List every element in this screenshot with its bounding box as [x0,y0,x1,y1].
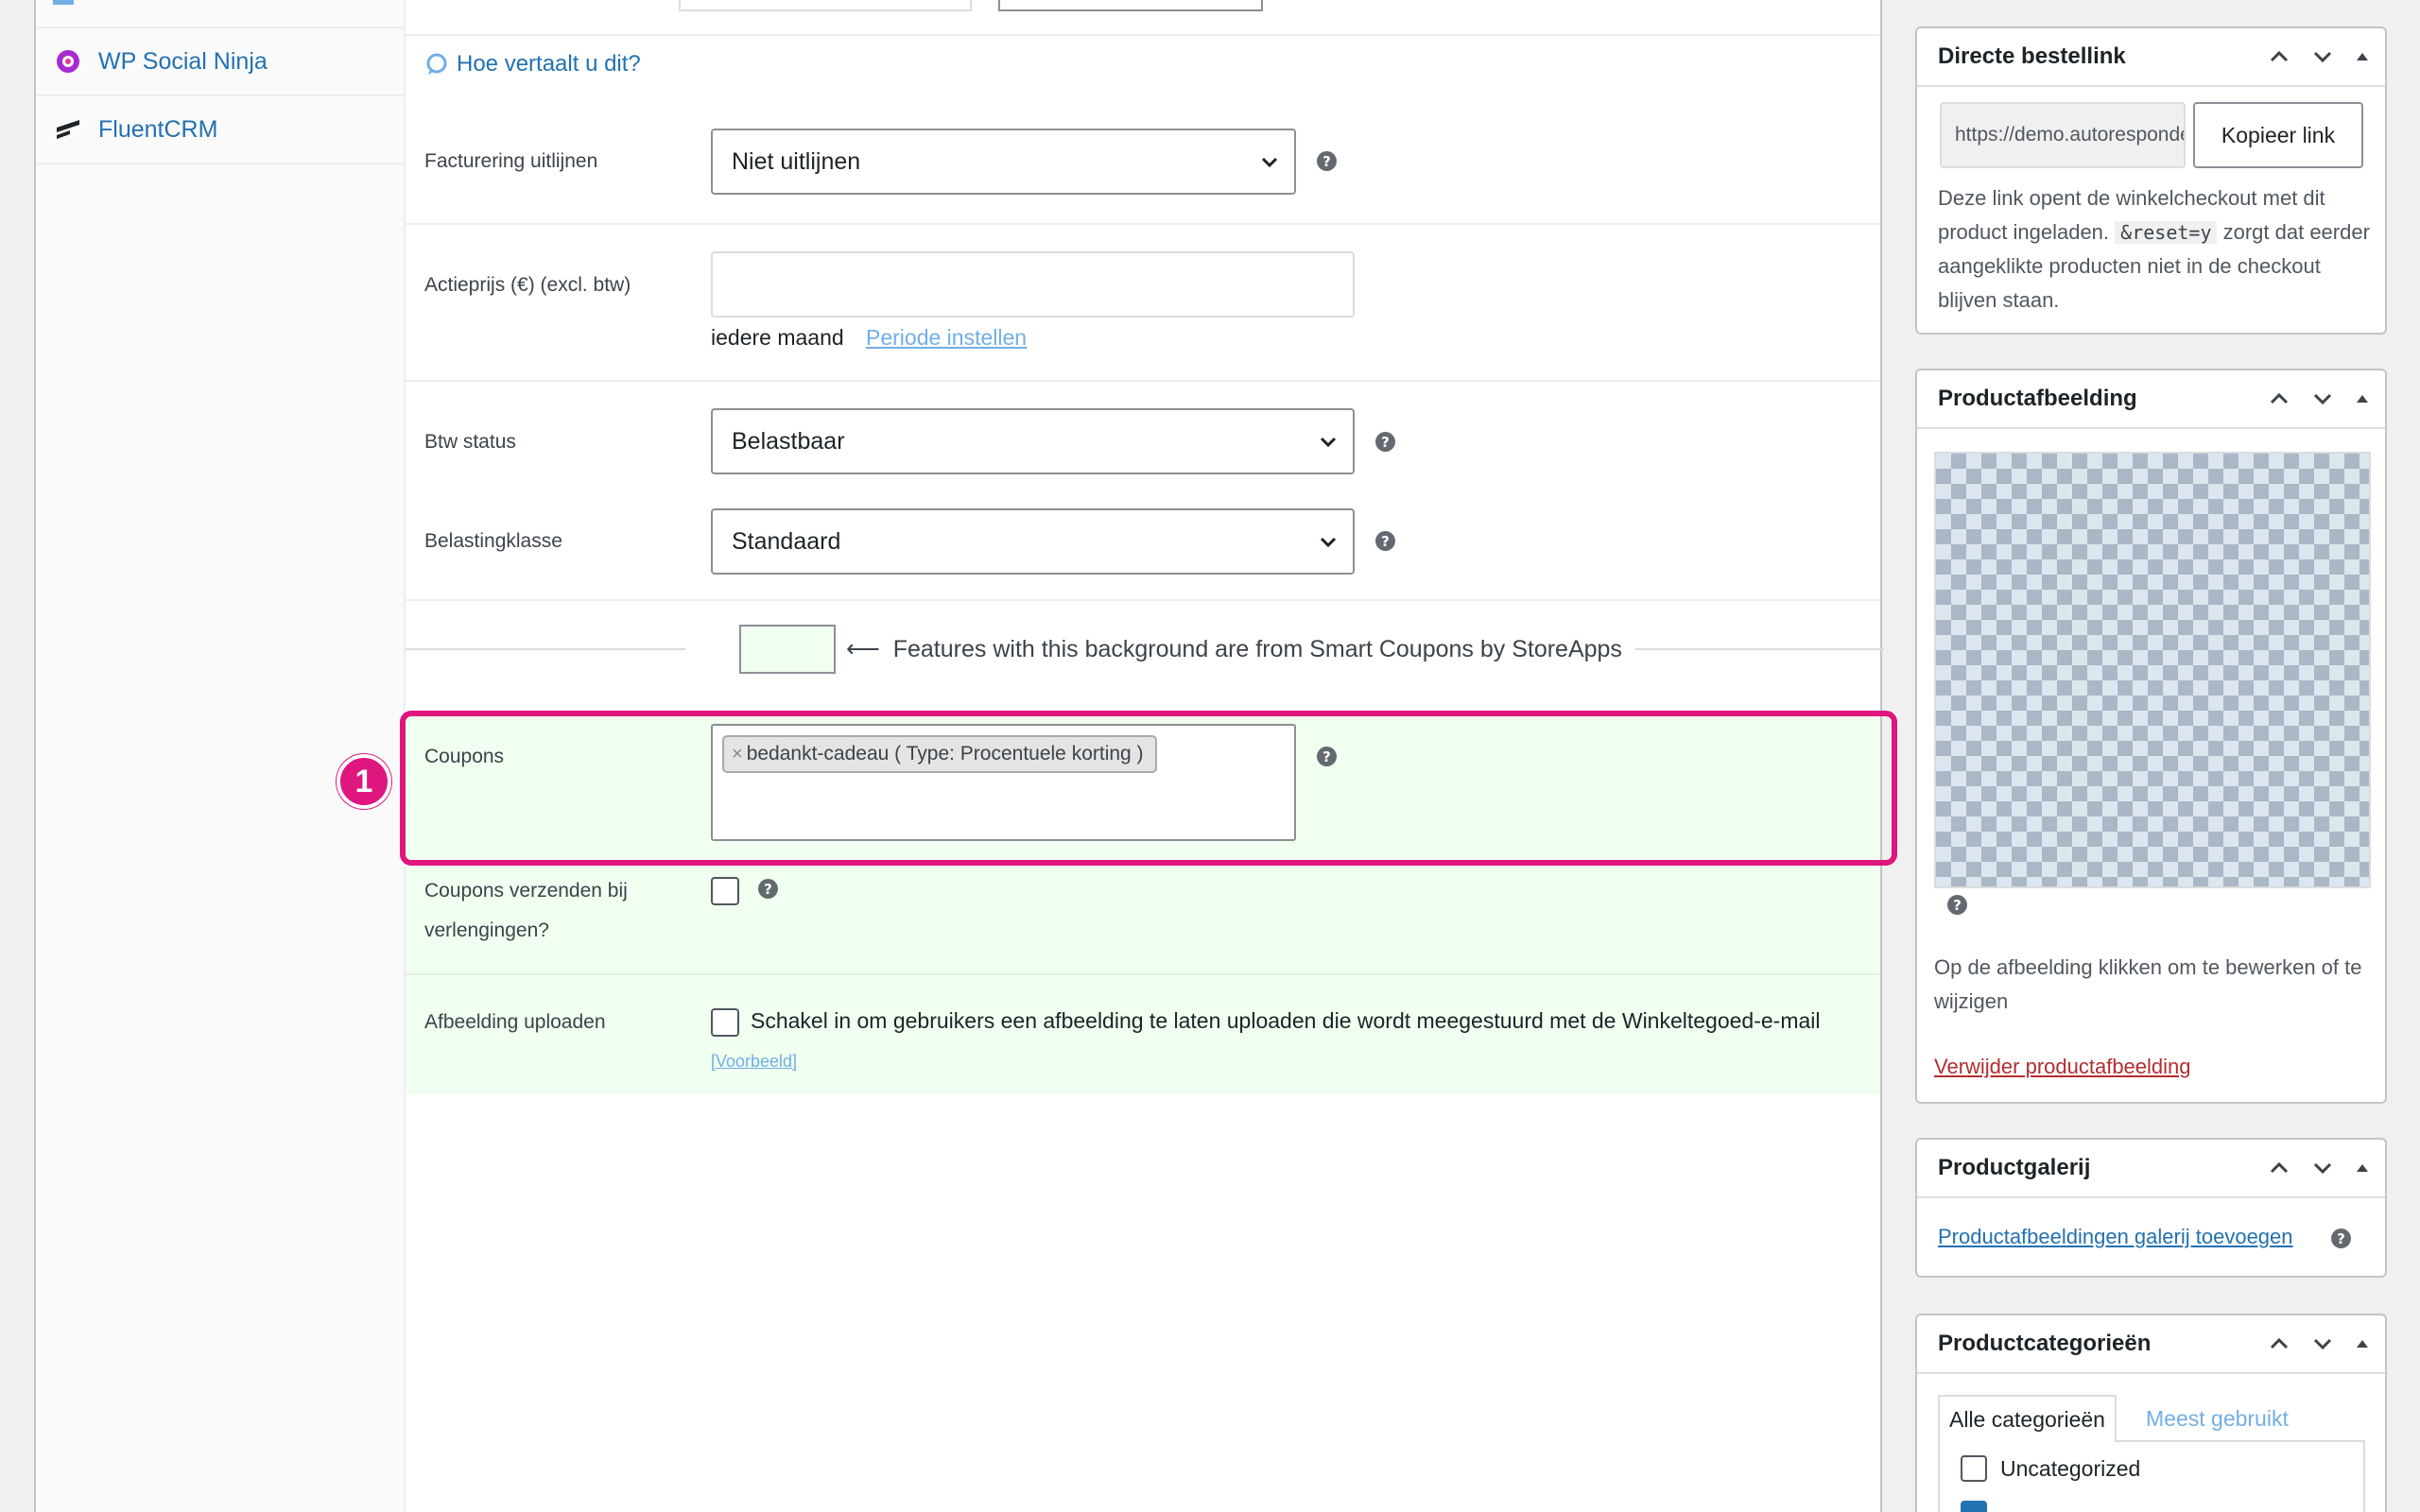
help-icon[interactable]: ? [1375,531,1395,551]
box-header: Productafbeelding [1917,370,2385,429]
product-gallery-box: Productgalerij Productafbeeldingen galer… [1915,1138,2387,1278]
divider [406,380,1880,382]
help-icon[interactable]: ? [1317,151,1337,171]
category-checkbox[interactable] [1961,1455,1987,1482]
move-down-icon[interactable] [2304,1140,2342,1196]
fluentcrm-icon [53,114,83,145]
direct-link-url-field[interactable]: https://demo.autoresponder [1940,102,2186,168]
wp-social-ninja-icon [53,46,83,77]
collapse-toggle-icon[interactable] [2343,370,2381,427]
box-header: Directe bestellink [1917,28,2385,87]
tab-fluentcrm[interactable]: FluentCRM [36,96,404,164]
tab-all-categories-label: Alle categorieën [1949,1406,2105,1432]
remove-product-image-link[interactable]: Verwijder productafbeelding [1934,1055,2191,1079]
divider [406,599,1880,601]
image-upload-text: Schakel in om gebruikers een afbeelding … [751,1008,1821,1033]
legend-swatch [739,625,836,674]
move-down-icon[interactable] [2304,1315,2342,1372]
move-up-icon[interactable] [2260,1140,2298,1196]
help-icon[interactable]: ? [1375,432,1395,452]
legend-line-right [1635,648,1884,650]
move-up-icon[interactable] [2260,28,2298,85]
sale-price-input[interactable] [711,251,1355,318]
divider [406,973,1880,975]
chevron-down-icon [1261,157,1278,168]
box-header: Productcategorieën [1917,1315,2385,1374]
tab-partial-icon [53,0,74,5]
send-coupons-checkbox[interactable] [711,877,739,905]
image-upload-checkbox[interactable] [711,1008,739,1037]
tab-most-used[interactable]: Meest gebruikt [2146,1406,2289,1432]
tax-class-value: Standaard [732,527,841,555]
category-label: Uncategorized [2000,1455,2141,1481]
set-period-link[interactable]: Periode instellen [866,325,1027,351]
collapse-toggle-icon[interactable] [2343,28,2381,85]
preview-link[interactable]: [Voorbeeld] [711,1052,797,1072]
move-up-icon[interactable] [2260,370,2298,427]
category-list: Uncategorized [1938,1440,2365,1512]
direct-link-url: https://demo.autoresponder [1955,124,2186,146]
product-gallery-title: Productgalerij [1938,1155,2091,1180]
tab-all-categories[interactable]: Alle categorieën [1938,1395,2117,1442]
billing-align-select[interactable]: Niet uitlijnen [711,129,1296,195]
product-categories-title: Productcategorieën [1938,1331,2152,1356]
tab-label: FluentCRM [98,115,218,143]
divider [406,34,1880,36]
tab-label: WP Social Ninja [98,47,268,75]
chevron-down-icon [1320,537,1337,548]
direct-link-title: Directe bestellink [1938,43,2126,69]
tax-status-select[interactable]: Belastbaar [711,408,1355,474]
divider [406,223,1880,225]
box-header: Productgalerij [1917,1140,2385,1198]
legend-line-left [406,648,685,650]
sale-period-text: iedere maand [711,325,844,350]
tax-class-select[interactable]: Standaard [711,508,1355,575]
partial-input-right[interactable] [998,0,1263,11]
add-gallery-images-link[interactable]: Productafbeeldingen galerij toevoegen [1938,1225,2293,1249]
tax-status-label: Btw status [424,431,516,453]
move-down-icon[interactable] [2304,28,2342,85]
help-icon[interactable]: ? [758,879,778,899]
send-coupons-label: Coupons verzenden bij verlengingen? [424,880,628,941]
collapse-toggle-icon[interactable] [2343,1315,2381,1372]
category-item[interactable]: Uncategorized [1961,1455,2140,1482]
help-icon[interactable]: ? [1947,895,1967,915]
partial-input-left[interactable] [679,0,972,11]
billing-align-label: Facturering uitlijnen [424,150,598,172]
translate-link-text: Hoe vertaalt u dit? [457,51,641,77]
help-icon[interactable]: ? [2331,1228,2351,1248]
direct-link-box: Directe bestellink https://demo.autoresp… [1915,26,2387,335]
category-checkbox-partial[interactable] [1961,1501,1987,1512]
tax-class-label: Belastingklasse [424,530,562,552]
tax-status-value: Belastbaar [732,427,845,455]
product-categories-box: Productcategorieën Alle categorieën Mees… [1915,1314,2387,1512]
direct-link-description: Deze link opent de winkelcheckout met di… [1938,181,2373,318]
annotation-highlight [400,711,1897,866]
product-image-box: Productafbeelding ? Op de afbeelding kli… [1915,369,2387,1104]
smart-coupons-note: ⟵ Features with this background are from… [846,636,1622,662]
collapse-toggle-icon[interactable] [2343,1140,2381,1196]
move-down-icon[interactable] [2304,370,2342,427]
product-data-tabs: WP Social Ninja FluentCRM [36,0,406,1512]
image-upload-label: Afbeelding uploaden [424,1011,606,1033]
billing-align-value: Niet uitlijnen [732,147,861,175]
reset-code: &reset=y [2115,221,2218,244]
translate-icon [424,52,449,77]
chevron-down-icon [1320,437,1337,448]
sale-price-label: Actieprijs (€) (excl. btw) [424,274,631,296]
product-image-title: Productafbeelding [1938,386,2137,411]
annotation-badge: 1 [337,754,391,809]
move-up-icon[interactable] [2260,1315,2298,1372]
tab-partial-top[interactable] [36,0,404,28]
product-image-hint: Op de afbeelding klikken om te bewerken … [1934,955,2362,1013]
copy-link-label: Kopieer link [2221,122,2336,147]
copy-link-button[interactable]: Kopieer link [2193,102,2363,168]
translate-link[interactable]: Hoe vertaalt u dit? [424,51,641,77]
product-image-thumbnail[interactable] [1934,452,2371,888]
tab-wp-social-ninja[interactable]: WP Social Ninja [36,28,404,96]
